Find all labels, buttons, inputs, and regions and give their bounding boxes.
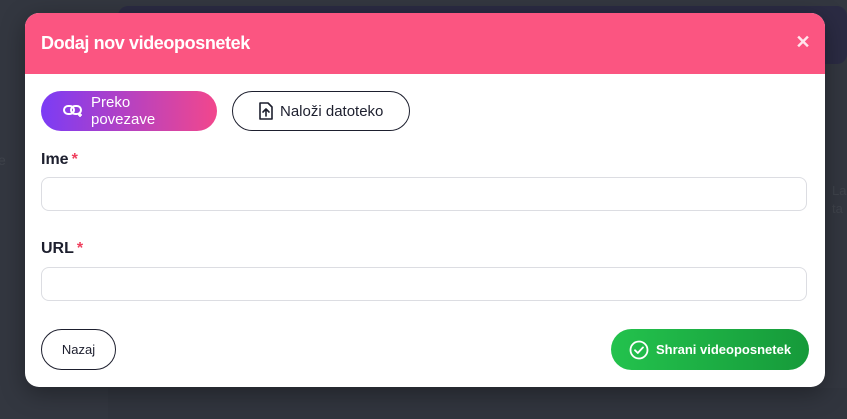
url-label: URL *: [41, 240, 83, 258]
modal-title: Dodaj nov videoposnetek: [41, 33, 250, 53]
url-label-text: URL: [41, 240, 74, 257]
save-video-label: Shrani videoposnetek: [655, 342, 792, 357]
tab-via-link[interactable]: Preko povezave: [41, 91, 217, 131]
tab-upload-file-label: Naloži datoteko: [280, 102, 384, 120]
name-label: Ime *: [41, 151, 78, 169]
link-icon: [63, 104, 85, 118]
modal-header: Dodaj nov videoposnetek ✕: [25, 13, 825, 74]
add-video-modal: Dodaj nov videoposnetek ✕ Preko povezave…: [25, 13, 825, 387]
close-icon[interactable]: ✕: [795, 33, 811, 51]
tab-upload-file[interactable]: Naloži datoteko: [232, 91, 410, 131]
url-input[interactable]: [41, 267, 807, 301]
file-upload-icon: [258, 102, 274, 120]
required-mark: *: [76, 240, 84, 257]
name-input[interactable]: [41, 177, 807, 211]
back-button[interactable]: Nazaj: [41, 329, 116, 370]
save-video-button[interactable]: Shrani videoposnetek: [611, 329, 809, 370]
name-label-text: Ime: [41, 151, 69, 168]
source-tabs: Preko povezave Naloži datoteko: [41, 91, 410, 131]
tab-via-link-label: Preko povezave: [91, 94, 156, 128]
check-circle-icon: [629, 340, 649, 360]
required-mark: *: [71, 151, 78, 168]
